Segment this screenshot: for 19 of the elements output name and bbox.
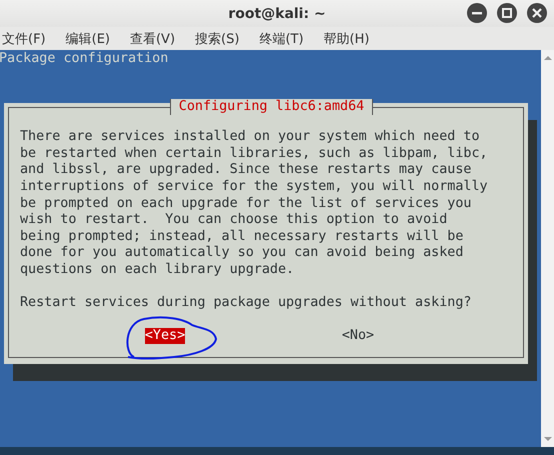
menu-item[interactable]: 终端(T) bbox=[259, 30, 312, 48]
scroll-down-icon[interactable] bbox=[542, 435, 552, 443]
close-button[interactable] bbox=[526, 2, 548, 24]
menu-item[interactable]: 帮助(H) bbox=[324, 30, 378, 48]
menu-item[interactable]: 查看(V) bbox=[130, 30, 184, 48]
dialog-message: There are services installed on your system which need to be restarted when certain libraries, such as libpam, libc, and libssl, are upgraded. Since these restarts may cause interruptions of service for the system, you will normally be prompted on each upgrade for the list of services you wish to restart. You can choose this option to avoid being prompted; instead, all necessary restarts will be done for you automatically so you can avoid being asked questions on each library upgrade. bbox=[20, 129, 489, 279]
dialog-question: Restart services during package upgrades without asking? bbox=[20, 295, 472, 312]
no-button[interactable]: <No> bbox=[342, 328, 374, 344]
scrollbar[interactable] bbox=[541, 50, 554, 447]
yes-button[interactable]: <Yes> bbox=[144, 328, 186, 344]
menu-item[interactable]: 编辑(E) bbox=[66, 30, 118, 48]
scroll-up-icon[interactable] bbox=[542, 54, 552, 62]
menu-item[interactable]: 搜索(S) bbox=[195, 30, 248, 48]
package-configuration-heading: Package configuration bbox=[0, 51, 170, 68]
dialog-title: Configuring libc6:amd64 bbox=[170, 98, 374, 116]
menu-item[interactable]: 文件(F) bbox=[2, 30, 54, 48]
minimize-button[interactable] bbox=[466, 2, 488, 24]
window-title: root@kali: ~ bbox=[228, 6, 326, 22]
maximize-button[interactable] bbox=[496, 2, 518, 24]
